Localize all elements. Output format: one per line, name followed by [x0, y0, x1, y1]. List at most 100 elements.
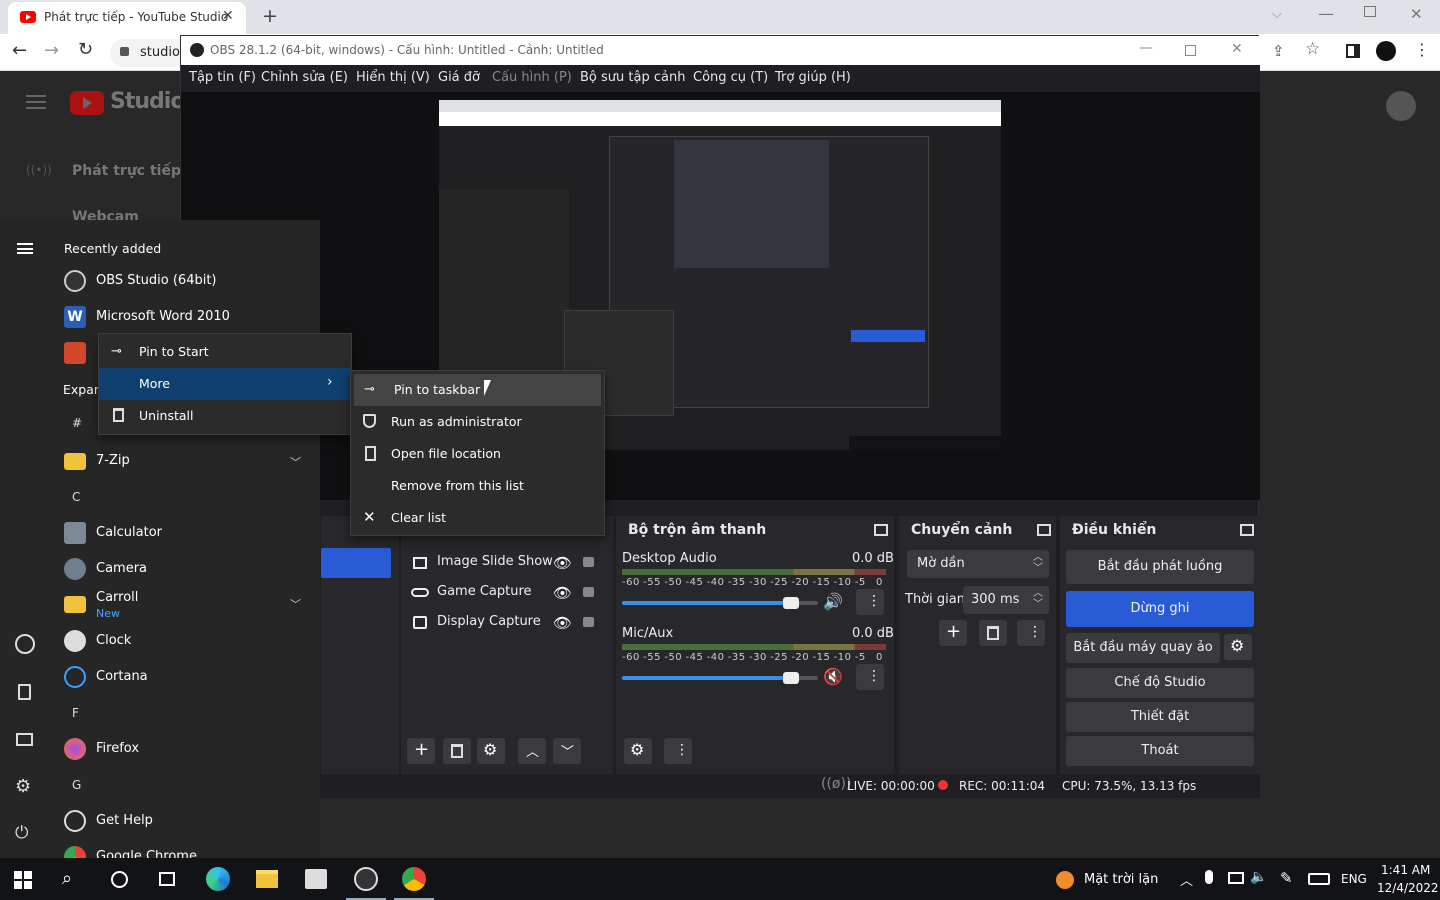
move-source-up-button[interactable]: ︿: [518, 738, 546, 764]
youtube-logo-icon[interactable]: [70, 91, 104, 115]
tab-search-icon[interactable]: ⌵: [1272, 7, 1282, 22]
app-google-chrome[interactable]: Google Chrome: [50, 840, 315, 858]
app-get-help[interactable]: Get Help: [50, 804, 315, 838]
edge-icon[interactable]: [206, 867, 230, 891]
volume-icon[interactable]: 🔈: [1250, 869, 1267, 885]
keyboard-icon[interactable]: [1308, 873, 1330, 885]
lock-icon[interactable]: [583, 557, 594, 567]
obs-taskbar-icon[interactable]: [354, 867, 378, 891]
menu-tools[interactable]: Công cụ (T): [693, 70, 768, 85]
mixer-menu-button[interactable]: ⋮: [664, 738, 692, 764]
app-7zip[interactable]: 7-Zip ﹀: [50, 444, 315, 478]
menu-file[interactable]: Tập tin (F): [189, 70, 256, 85]
weather-text[interactable]: Mặt trời lặn: [1084, 872, 1158, 887]
obs-close-icon[interactable]: ✕: [1231, 41, 1243, 57]
settings-button[interactable]: Thiết đặt: [1066, 702, 1254, 732]
share-icon[interactable]: ⇪: [1272, 42, 1285, 60]
reload-icon[interactable]: ↻: [78, 39, 93, 60]
hamburger-menu-icon[interactable]: [26, 95, 46, 109]
open-file-location-item[interactable]: Open file location: [351, 438, 604, 470]
input-language[interactable]: ENG: [1341, 872, 1367, 886]
forward-icon[interactable]: →: [44, 40, 59, 61]
clock-time[interactable]: 1:41 AM: [1381, 863, 1430, 877]
task-view-icon[interactable]: [159, 872, 175, 886]
lock-icon[interactable]: [583, 587, 594, 597]
letter-f[interactable]: F: [50, 698, 315, 732]
mic-aux-menu-button[interactable]: ⋮: [856, 664, 884, 690]
side-panel-icon[interactable]: [1346, 44, 1360, 58]
remove-transition-button[interactable]: [979, 620, 1007, 646]
visibility-eye-icon[interactable]: 👁: [553, 614, 572, 632]
letter-c[interactable]: C: [50, 482, 315, 516]
remove-source-button[interactable]: [443, 738, 471, 764]
undock-icon[interactable]: [1240, 524, 1254, 536]
desktop-audio-menu-button[interactable]: ⋮: [856, 589, 884, 615]
pen-icon[interactable]: ✎: [1280, 869, 1293, 887]
start-streaming-button[interactable]: Bắt đầu phát luồng: [1066, 550, 1254, 584]
volume-handle[interactable]: [782, 597, 799, 609]
obs-maximize-icon[interactable]: [1185, 45, 1196, 56]
close-tab-icon[interactable]: ✕: [222, 8, 234, 24]
app-firefox[interactable]: Firefox: [50, 732, 315, 766]
network-icon[interactable]: [1228, 872, 1244, 884]
obs-minimize-icon[interactable]: —: [1139, 40, 1153, 56]
documents-icon[interactable]: [18, 684, 31, 700]
microphone-icon[interactable]: [1205, 870, 1213, 884]
selected-scene[interactable]: [321, 548, 391, 578]
pictures-icon[interactable]: [16, 733, 33, 746]
app-carroll[interactable]: Carroll New ﹀: [50, 586, 315, 622]
source-display-capture[interactable]: Display Capture 👁: [401, 608, 601, 638]
menu-scene-collection[interactable]: Bộ sưu tập cảnh: [580, 70, 685, 85]
uninstall-item[interactable]: Uninstall: [99, 400, 351, 432]
nav-live[interactable]: Phát trực tiếp: [72, 163, 181, 179]
speaker-icon[interactable]: 🔊: [823, 592, 843, 611]
settings-gear-icon[interactable]: ⚙: [15, 776, 31, 797]
address-bar[interactable]: studio: [110, 39, 190, 67]
weather-icon[interactable]: [1056, 871, 1074, 889]
pin-to-start-item[interactable]: ⊸ Pin to Start: [99, 336, 351, 368]
undock-icon[interactable]: [874, 524, 888, 536]
studio-mode-button[interactable]: Chế độ Studio: [1066, 668, 1254, 698]
menu-edit[interactable]: Chỉnh sửa (E): [261, 70, 348, 85]
app-calculator[interactable]: Calculator: [50, 516, 315, 550]
windows-start-icon[interactable]: [14, 871, 32, 889]
show-hidden-icons-icon[interactable]: ︿: [1180, 870, 1193, 889]
search-icon[interactable]: ⌕: [62, 868, 90, 894]
app-clock[interactable]: Clock: [50, 624, 315, 658]
file-explorer-icon[interactable]: [256, 870, 278, 888]
cortana-circle-icon[interactable]: [111, 871, 128, 888]
letter-g[interactable]: G: [50, 770, 315, 804]
new-tab-icon[interactable]: +: [262, 5, 278, 27]
app-camera[interactable]: Camera: [50, 552, 315, 586]
menu-docks[interactable]: Giá đỡ: [438, 70, 480, 85]
app-obs-studio[interactable]: OBS Studio (64bit): [50, 264, 315, 298]
close-window-icon[interactable]: ✕: [1410, 5, 1423, 23]
virtual-camera-settings-button[interactable]: ⚙: [1224, 634, 1252, 660]
move-source-down-button[interactable]: ﹀: [553, 738, 581, 764]
stop-recording-button[interactable]: Dừng ghi: [1066, 591, 1254, 627]
remove-from-list-item[interactable]: Remove from this list: [351, 470, 604, 502]
clock-date[interactable]: 12/4/2022: [1377, 881, 1439, 895]
source-properties-button[interactable]: ⚙: [477, 738, 505, 764]
menu-view[interactable]: Hiển thị (V): [356, 70, 430, 85]
source-image-slide-show[interactable]: Image Slide Show 👁: [401, 548, 601, 578]
menu-profile[interactable]: Cấu hình (P): [492, 70, 572, 85]
account-avatar[interactable]: [1386, 91, 1416, 121]
add-source-button[interactable]: +: [407, 738, 435, 764]
transition-select[interactable]: Mờ dần ︿ ﹀: [907, 550, 1049, 578]
app-cortana[interactable]: Cortana: [50, 660, 315, 694]
chrome-menu-icon[interactable]: ⋮: [1414, 40, 1430, 59]
run-as-administrator-item[interactable]: Run as administrator: [351, 406, 604, 438]
chrome-taskbar-icon[interactable]: [402, 867, 426, 891]
clear-list-item[interactable]: ✕ Clear list: [351, 502, 604, 534]
user-account-icon[interactable]: [15, 634, 35, 654]
app-microsoft-word[interactable]: W Microsoft Word 2010: [50, 300, 315, 334]
profile-avatar[interactable]: [1376, 41, 1396, 61]
restore-icon[interactable]: [1364, 6, 1376, 17]
more-item[interactable]: More ›: [99, 368, 351, 400]
audio-settings-button[interactable]: ⚙: [624, 738, 652, 764]
visibility-eye-icon[interactable]: 👁: [553, 584, 572, 602]
hamburger-menu-icon[interactable]: [17, 243, 33, 254]
expand-link[interactable]: Expan: [63, 382, 102, 397]
visibility-eye-icon[interactable]: 👁: [553, 554, 572, 572]
